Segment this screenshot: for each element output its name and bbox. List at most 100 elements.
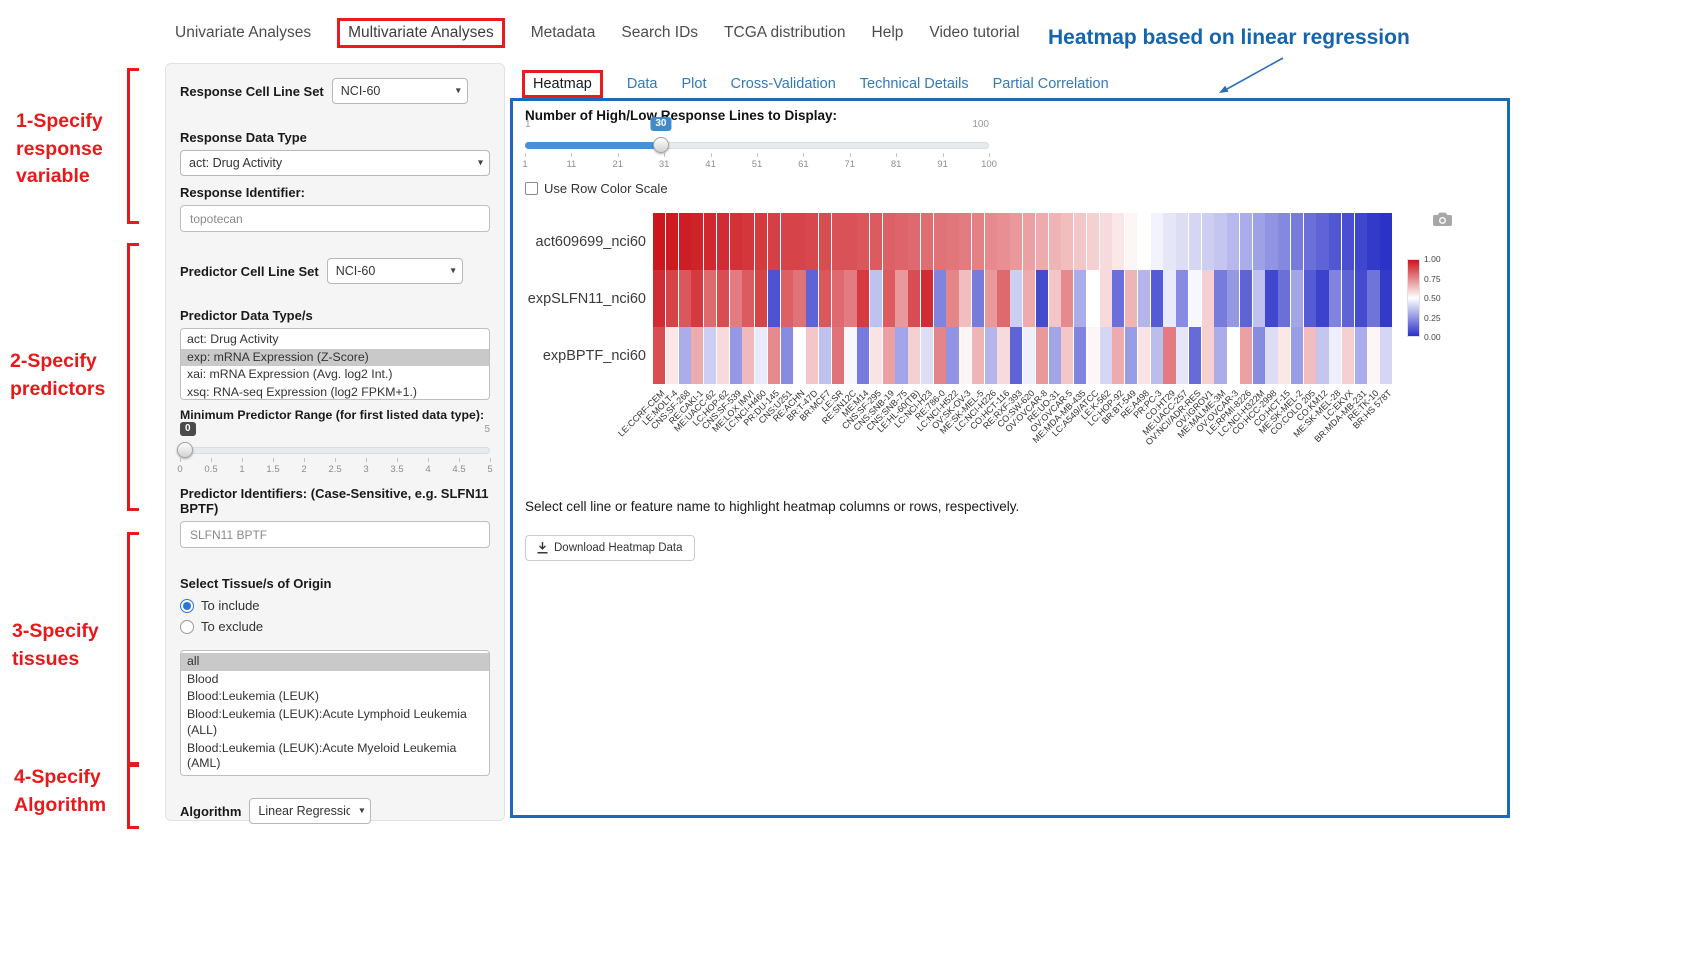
nav-item-video-tutorial[interactable]: Video tutorial [929, 24, 1019, 42]
heatmap-cell [1112, 270, 1124, 327]
heatmap-hint-text: Select cell line or feature name to high… [525, 499, 1019, 514]
row-color-scale-control: Use Row Color Scale [525, 181, 668, 196]
slider-tick-label: 61 [798, 159, 809, 170]
heatmap-cell [1138, 213, 1150, 270]
slider-tick-mark [459, 458, 460, 462]
nav-item-search-ids[interactable]: Search IDs [621, 24, 698, 42]
heatmap-row-label[interactable]: expBPTF_nci60 [543, 348, 646, 364]
predictor-data-types-listbox[interactable]: act: Drug Activityexp: mRNA Expression (… [180, 328, 490, 400]
predictor-data-type-option[interactable]: xsq: RNA-seq Expression (log2 FPKM+1.) [181, 384, 489, 400]
tissue-option[interactable]: Blood [181, 671, 489, 689]
slider-max-label: 100 [972, 119, 989, 130]
heatmap-cell [1227, 213, 1239, 270]
nav-item-tcga-distribution[interactable]: TCGA distribution [724, 24, 845, 42]
predictor-data-type-option[interactable]: xai: mRNA Expression (Avg. log2 Int.) [181, 366, 489, 384]
heatmap-cell [832, 213, 844, 270]
heatmap-cell [1355, 270, 1367, 327]
heatmap-cell [1304, 327, 1316, 384]
heatmap-cell [742, 213, 754, 270]
tissue-exclude-label: To exclude [201, 619, 263, 634]
heatmap-cell [704, 213, 716, 270]
heatmap-cell [870, 327, 882, 384]
tab-plot[interactable]: Plot [681, 76, 706, 92]
response-cell-line-set-select[interactable]: NCI-60 [332, 78, 468, 104]
response-data-type-select[interactable]: act: Drug Activity [180, 150, 490, 176]
heatmap-cell [1253, 270, 1265, 327]
tab-bar: Heatmap Data Plot Cross-Validation Technical… [522, 70, 1109, 98]
heatmap-cell [921, 270, 933, 327]
slider-tick-label: 41 [705, 159, 716, 170]
camera-icon[interactable] [1433, 211, 1452, 226]
tissue-exclude-radio[interactable]: To exclude [180, 619, 490, 634]
heatmap-cell [768, 327, 780, 384]
slider-handle[interactable] [177, 442, 193, 458]
heatmap-cell [691, 270, 703, 327]
tissue-include-radio[interactable]: To include [180, 598, 490, 613]
slider-tick-label: 1 [522, 159, 527, 170]
row-color-scale-checkbox[interactable] [525, 182, 538, 195]
colorbar-tick-label: 0.25 [1424, 313, 1441, 323]
colorbar-tick-label: 0.75 [1424, 274, 1441, 284]
tissue-origin-label: Select Tissue/s of Origin [180, 576, 490, 591]
heatmap-row-label[interactable]: act609699_nci60 [536, 234, 646, 250]
tissue-option[interactable]: Blood:Leukemia (LEUK) [181, 688, 489, 706]
predictor-identifiers-label: Predictor Identifiers: (Case-Sensitive, … [180, 486, 490, 516]
heatmap-cell [1329, 327, 1341, 384]
colorbar-gradient [1407, 259, 1420, 337]
nav-item-univariate-analyses[interactable]: Univariate Analyses [175, 24, 311, 42]
predictor-data-types-label: Predictor Data Type/s [180, 308, 490, 323]
tissue-option[interactable]: Blood:Leukemia (LEUK):Acute Lymphoid Leu… [181, 706, 489, 739]
heatmap-cell [1049, 270, 1061, 327]
slider-tick-label: 2 [301, 464, 306, 475]
predictor-cell-line-set-select[interactable]: NCI-60 [327, 258, 463, 284]
heatmap-cell [946, 213, 958, 270]
tab-partial-correlation[interactable]: Partial Correlation [993, 76, 1109, 92]
heatmap-row-label[interactable]: expSLFN11_nci60 [528, 291, 646, 307]
heatmap-row-labels: act609699_nci60 expSLFN11_nci60 expBPTF_nc… [513, 213, 646, 384]
heatmap-cell [934, 327, 946, 384]
predictor-data-type-option[interactable]: exp: mRNA Expression (Z-Score) [181, 349, 489, 367]
heatmap-cell [1151, 213, 1163, 270]
tissue-listbox[interactable]: allBloodBlood:Leukemia (LEUK)Blood:Leuke… [180, 650, 490, 776]
min-predictor-range-slider[interactable]: 0 5 00.511.522.533.544.55 [180, 424, 490, 478]
slider-tick-mark [989, 153, 990, 157]
heatmap-cell [1291, 213, 1303, 270]
tissue-option[interactable]: all [181, 653, 489, 671]
heatmap-cell [1125, 327, 1137, 384]
slider-tick-label: 71 [845, 159, 856, 170]
slider-track[interactable] [180, 447, 490, 454]
nav-item-multivariate-analyses[interactable]: Multivariate Analyses [337, 18, 505, 48]
tab-heatmap[interactable]: Heatmap [522, 70, 603, 98]
heatmap-cell [1380, 327, 1392, 384]
heatmap-cell [781, 270, 793, 327]
heatmap-cell [730, 270, 742, 327]
heatmap-cell [1355, 213, 1367, 270]
predictor-data-type-option[interactable]: act: Drug Activity [181, 331, 489, 349]
tab-technical-details[interactable]: Technical Details [860, 76, 969, 92]
response-identifier-input[interactable] [180, 205, 490, 232]
download-heatmap-data-button[interactable]: Download Heatmap Data [525, 535, 695, 561]
slider-handle[interactable] [653, 137, 669, 153]
nav-item-metadata[interactable]: Metadata [531, 24, 596, 42]
tab-data[interactable]: Data [627, 76, 658, 92]
heatmap-cell [1253, 327, 1265, 384]
tab-cross-validation[interactable]: Cross-Validation [730, 76, 835, 92]
predictor-identifiers-input[interactable] [180, 521, 490, 548]
heatmap-cell [1214, 327, 1226, 384]
heatmap-cell [895, 327, 907, 384]
heatmap-annotation-heading: Heatmap based on linear regression [1048, 26, 1410, 50]
colorbar-tick-label: 0.50 [1424, 293, 1441, 303]
slider-tick-mark [571, 153, 572, 157]
heatmap-cell [844, 213, 856, 270]
heatmap-cell [1138, 327, 1150, 384]
heatmap-cell [653, 270, 665, 327]
heatmap-cell [895, 270, 907, 327]
tissue-option[interactable]: Blood:Leukemia (LEUK):Chronic Myelogenou… [181, 773, 489, 776]
heatmap-cell [1291, 270, 1303, 327]
algorithm-select[interactable]: Linear Regression [249, 798, 371, 824]
tissue-option[interactable]: Blood:Leukemia (LEUK):Acute Myeloid Leuk… [181, 740, 489, 773]
high-low-lines-slider[interactable]: 1 100 30 1112131415161718191100 [525, 119, 989, 173]
colorbar-ticks: 1.000.750.500.250.00 [1424, 259, 1454, 337]
nav-item-help[interactable]: Help [872, 24, 904, 42]
heatmap-grid[interactable] [653, 213, 1393, 384]
